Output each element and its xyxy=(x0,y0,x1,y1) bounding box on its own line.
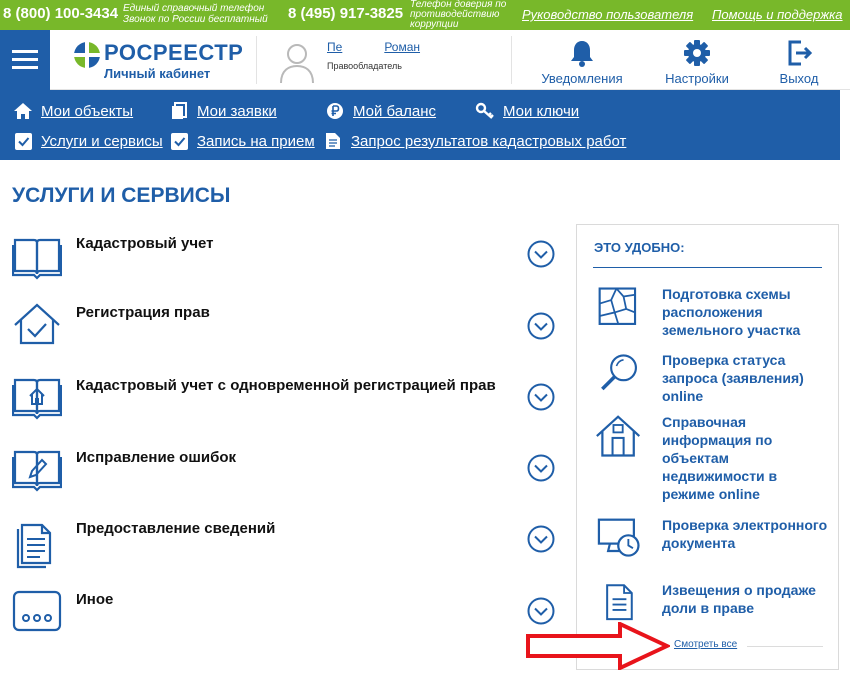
checkbox-icon xyxy=(169,131,189,151)
dots-icon xyxy=(12,590,62,632)
nav-label: Мой баланс xyxy=(353,102,437,120)
user-last-name: Роман xyxy=(384,40,421,54)
panel-item-label: Извещения о продаже доли в праве xyxy=(662,582,816,616)
header: РОСРЕЕСТР Личный кабинет Пе Роман Правооб… xyxy=(0,30,850,90)
logout-label: Выход xyxy=(779,71,819,86)
chevron-down-icon[interactable] xyxy=(527,525,555,553)
open-book-icon xyxy=(12,238,62,280)
monitor-clock-icon xyxy=(597,518,640,557)
service-item[interactable]: Предоставление сведений xyxy=(12,519,562,579)
hotline-phone: 8 (800) 100-3434 xyxy=(3,5,119,22)
chevron-down-icon[interactable] xyxy=(527,454,555,482)
top-info-bar: 8 (800) 100-3434 Единый справочный телеф… xyxy=(0,0,850,30)
nav-label: Мои ключи xyxy=(503,102,580,120)
checkbox-icon xyxy=(13,131,33,151)
nav-my-balance[interactable]: Мой баланс xyxy=(325,101,436,121)
panel-item-label: Справочная информация по объектам недвиж… xyxy=(662,414,778,502)
user-first-name: Пе xyxy=(327,40,343,54)
see-all-link[interactable]: Смотреть все xyxy=(674,639,737,650)
menu-icon xyxy=(12,50,38,53)
home-icon xyxy=(13,101,33,121)
logo-subtitle: Личный кабинет xyxy=(104,66,211,81)
key-icon xyxy=(475,101,495,121)
document-icon xyxy=(323,131,343,151)
nav-cadastral-results[interactable]: Запрос результатов кадастровых работ xyxy=(323,131,626,151)
nav-services[interactable]: Услуги и сервисы xyxy=(13,131,163,151)
panel-title: ЭТО УДОБНО: xyxy=(594,240,685,255)
house-icon xyxy=(596,415,641,457)
nav-appointment[interactable]: Запись на прием xyxy=(169,131,315,151)
land-plot-icon xyxy=(598,287,637,325)
document-stack-icon xyxy=(16,523,52,569)
chevron-down-icon[interactable] xyxy=(527,312,555,340)
bell-icon xyxy=(571,41,593,67)
service-title: Кадастровый учет xyxy=(76,235,214,252)
rosreestr-logo-icon xyxy=(74,42,100,68)
service-item[interactable]: Иное xyxy=(12,590,562,650)
trust-phone-note: Телефон доверия по противодействию корру… xyxy=(410,0,507,30)
nav-label: Запрос результатов кадастровых работ xyxy=(351,132,627,150)
book-house-icon xyxy=(12,378,62,420)
chevron-down-icon[interactable] xyxy=(527,383,555,411)
nav-label: Запись на прием xyxy=(197,132,315,150)
service-title: Регистрация прав xyxy=(76,304,210,321)
divider xyxy=(511,36,512,84)
red-arrow-annotation xyxy=(526,622,670,670)
service-item[interactable]: Кадастровый учет с одновременной регистр… xyxy=(12,376,562,436)
book-pencil-icon xyxy=(12,450,62,492)
service-item[interactable]: Кадастровый учет xyxy=(12,234,562,294)
logout-icon xyxy=(788,40,813,66)
user-name-link[interactable]: Пе Роман xyxy=(327,40,420,54)
panel-item-label: Проверка электронного документа xyxy=(662,517,828,551)
menu-button[interactable] xyxy=(0,30,50,90)
service-title: Иное xyxy=(76,591,114,608)
service-title: Предоставление сведений xyxy=(76,520,276,537)
panel-item-label: Проверка статуса запроса (заявления) onl… xyxy=(662,352,804,404)
magnifier-icon xyxy=(601,354,637,391)
settings-label: Настройки xyxy=(665,71,729,86)
nav-label: Мои объекты xyxy=(41,102,134,120)
hotline-note: Единый справочный телефон Звонок по Росс… xyxy=(123,3,268,25)
panel-item-label: Подготовка схемы расположения земельного… xyxy=(662,286,801,338)
help-support-link[interactable]: Помощь и поддержка xyxy=(712,7,843,22)
menu-icon-line xyxy=(12,66,38,69)
nav-my-objects[interactable]: Мои объекты xyxy=(13,101,133,121)
chevron-down-icon[interactable] xyxy=(527,240,555,268)
chevron-down-icon[interactable] xyxy=(527,597,555,625)
main-navigation: Мои объекты Мои заявки Мой баланс Мои кл… xyxy=(0,90,840,160)
documents-icon xyxy=(169,101,189,121)
trust-phone: 8 (495) 917-3825 xyxy=(288,5,404,22)
service-item[interactable]: Регистрация прав xyxy=(12,303,562,363)
page-title: УСЛУГИ И СЕРВИСЫ xyxy=(12,184,231,207)
hotline-note-line1: Единый справочный телефон xyxy=(123,3,265,14)
logo-title: РОСРЕЕСТР xyxy=(104,40,244,65)
hotline-note-line2: Звонок по России бесплатный xyxy=(123,14,268,25)
document-icon xyxy=(606,584,633,621)
menu-icon-line xyxy=(12,58,38,61)
divider xyxy=(593,267,822,268)
house-check-icon xyxy=(14,303,60,345)
service-title: Исправление ошибок xyxy=(76,449,236,466)
divider xyxy=(256,36,257,84)
nav-label: Услуги и сервисы xyxy=(41,132,163,150)
nav-my-keys[interactable]: Мои ключи xyxy=(475,101,579,121)
gear-icon xyxy=(684,40,710,66)
nav-label: Мои заявки xyxy=(197,102,277,120)
divider xyxy=(747,646,823,647)
nav-my-requests[interactable]: Мои заявки xyxy=(169,101,277,121)
notifications-button[interactable]: Уведомления xyxy=(534,30,630,90)
notifications-label: Уведомления xyxy=(541,71,623,86)
service-item[interactable]: Исправление ошибок xyxy=(12,448,562,508)
settings-button[interactable]: Настройки xyxy=(655,30,739,90)
user-role: Правообладатель xyxy=(327,61,402,71)
user-manual-link[interactable]: Руководство пользователя xyxy=(522,7,693,22)
ruble-icon xyxy=(325,101,345,121)
logout-button[interactable]: Выход xyxy=(762,30,836,90)
convenient-services-panel: ЭТО УДОБНО: Подготовка схемы расположени… xyxy=(576,224,839,670)
avatar xyxy=(280,44,314,84)
service-title: Кадастровый учет с одновременной регистр… xyxy=(76,377,496,394)
